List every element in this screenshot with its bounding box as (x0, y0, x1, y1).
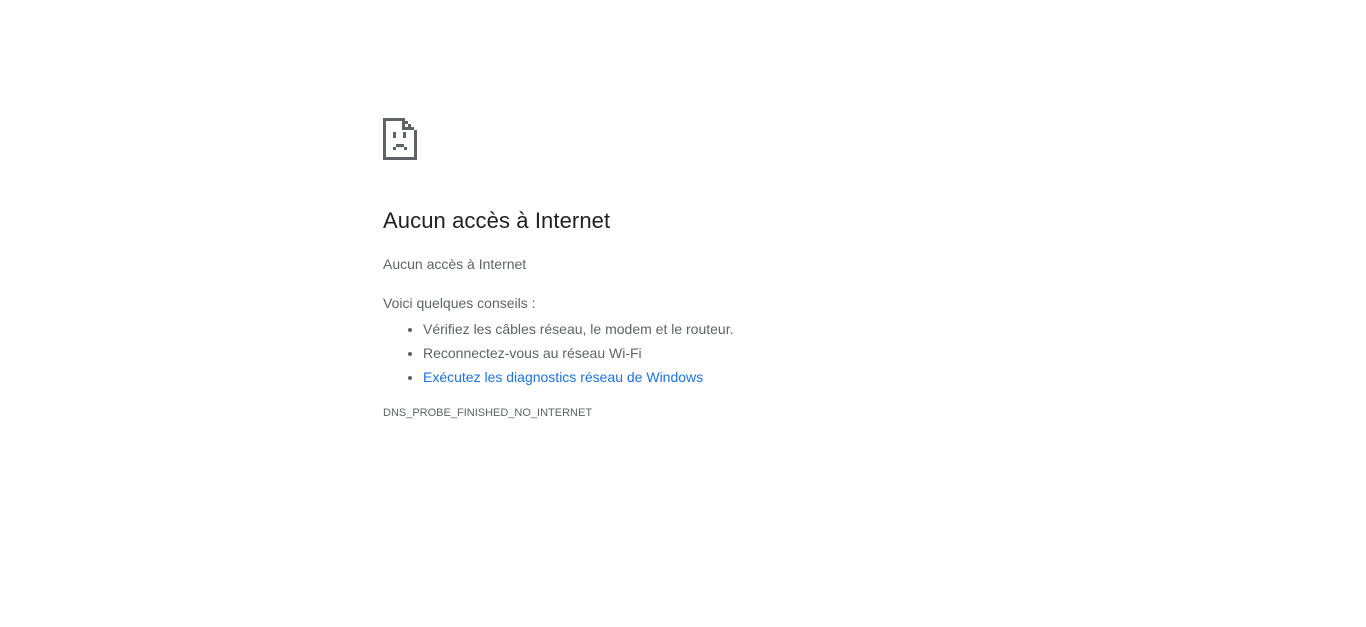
tip-reconnect-wifi-text: Reconnectez-vous au réseau Wi-Fi (423, 345, 642, 361)
tip-item-check-cables: Vérifiez les câbles réseau, le modem et … (423, 317, 983, 341)
tip-item-reconnect-wifi: Reconnectez-vous au réseau Wi-Fi (423, 341, 983, 365)
error-subtitle: Aucun accès à Internet (383, 256, 527, 272)
tip-check-cables-text: Vérifiez les câbles réseau, le modem et … (423, 321, 734, 337)
sad-page-icon (383, 118, 417, 160)
page-title: Aucun accès à Internet (383, 208, 611, 233)
error-code: DNS_PROBE_FINISHED_NO_INTERNET (383, 407, 593, 419)
error-page-content: Aucun accès à Internet Aucun accès à Int… (383, 118, 983, 421)
tips-list: Vérifiez les câbles réseau, le modem et … (383, 317, 983, 389)
run-network-diagnostics-link[interactable]: Exécutez les diagnostics réseau de Windo… (423, 369, 703, 385)
tip-item-run-diagnostics: Exécutez les diagnostics réseau de Windo… (423, 365, 983, 389)
tips-heading: Voici quelques conseils : (383, 295, 536, 311)
